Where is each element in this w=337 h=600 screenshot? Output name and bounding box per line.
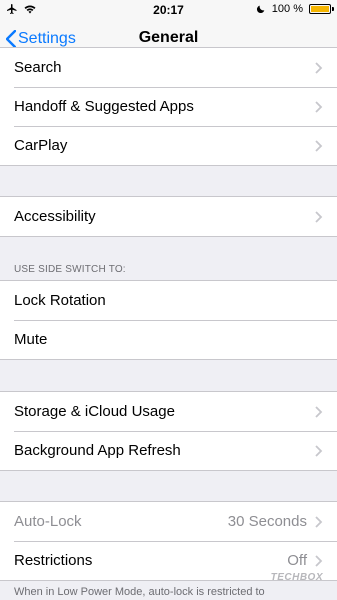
chevron-right-icon [315,139,323,152]
row-label: Auto-Lock [14,513,82,530]
footer-note: When in Low Power Mode, auto-lock is res… [14,586,265,598]
row-storage-icloud[interactable]: Storage & iCloud Usage [0,392,337,431]
row-label: CarPlay [14,137,68,154]
row-carplay[interactable]: CarPlay [0,126,337,165]
row-label: Storage & iCloud Usage [14,403,175,420]
row-label: Accessibility [14,208,96,225]
row-background-refresh[interactable]: Background App Refresh [0,431,337,470]
page-title: General [138,29,199,46]
row-value: 30 Seconds [227,513,307,530]
chevron-right-icon [315,100,323,113]
row-label: Search [14,59,62,76]
row-handoff[interactable]: Handoff & Suggested Apps [0,87,337,126]
group-lock: Auto-Lock 30 Seconds Restrictions Off [0,501,337,581]
row-label: Lock Rotation [14,292,106,309]
group-accessibility: Accessibility [0,196,337,237]
row-label: Handoff & Suggested Apps [14,98,194,115]
section-header-side-switch: USE SIDE SWITCH TO: [14,264,126,275]
battery-icon [309,4,334,14]
row-lock-rotation[interactable]: Lock Rotation [0,281,337,320]
watermark: TECHBOX [270,572,323,583]
status-bar: 20:17 100 % [0,0,337,20]
group-side-switch: Lock Rotation Mute [0,280,337,360]
chevron-right-icon [315,444,323,457]
row-label: Mute [14,331,48,348]
row-mute[interactable]: Mute [0,320,337,359]
chevron-right-icon [315,405,323,418]
row-search[interactable]: Search [0,48,337,87]
group-storage: Storage & iCloud Usage Background App Re… [0,391,337,471]
row-auto-lock[interactable]: Auto-Lock 30 Seconds [0,502,337,541]
row-value: Off [287,552,307,569]
chevron-right-icon [315,210,323,223]
group-top: Search Handoff & Suggested Apps CarPlay [0,47,337,166]
row-label: Background App Refresh [14,442,181,459]
chevron-right-icon [315,61,323,74]
row-accessibility[interactable]: Accessibility [0,197,337,236]
battery-percent: 100 % [271,3,303,15]
row-label: Restrictions [14,552,93,569]
battery-level [311,6,329,12]
chevron-right-icon [315,515,323,528]
chevron-right-icon [315,554,323,567]
moon-icon [256,5,265,14]
